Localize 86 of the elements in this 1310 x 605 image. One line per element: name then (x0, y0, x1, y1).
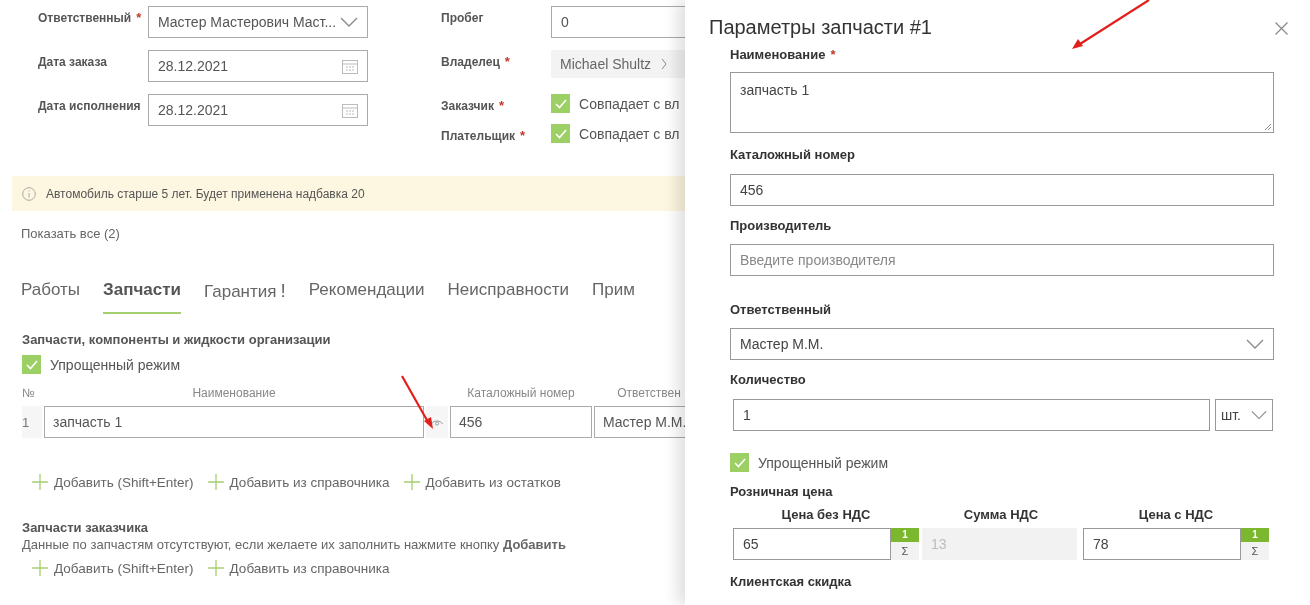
field-label: Количество (730, 372, 807, 387)
eye-icon[interactable] (431, 418, 443, 426)
field-label: Ответственный * (38, 9, 141, 27)
check-icon (554, 98, 567, 109)
count-badge: 1 (1241, 528, 1269, 542)
checkbox[interactable] (551, 94, 571, 113)
field-label: Дата заказа (38, 54, 108, 71)
tab[interactable]: Прим (592, 280, 635, 314)
check-icon (733, 457, 746, 468)
tab[interactable]: Запчасти (103, 280, 181, 314)
date-field[interactable]: 28.12.2021 (148, 94, 368, 126)
date-field[interactable]: 28.12.2021 (148, 50, 368, 82)
info-icon (22, 186, 36, 201)
column-header: Наименование (191, 385, 277, 402)
name-textarea[interactable]: запчасть 1 (730, 72, 1274, 133)
check-icon (554, 128, 567, 139)
resize-handle-icon (1264, 123, 1271, 130)
check-icon (25, 359, 38, 370)
add-link[interactable]: Добавить из справочника (207, 560, 390, 576)
checkbox[interactable] (730, 453, 749, 472)
add-link[interactable]: Добавить (Shift+Enter) (32, 560, 194, 576)
price-input[interactable]: 78 (1083, 528, 1241, 560)
name-input[interactable]: запчасть 1 (44, 406, 424, 438)
row-number: 1 (22, 406, 42, 438)
plus-icon (207, 560, 224, 576)
field-label: Клиентская скидка (730, 574, 853, 589)
field-label: Каталожный номер (730, 147, 856, 162)
sum-button[interactable]: Σ (891, 542, 919, 560)
add-link[interactable]: Добавить из справочника (207, 474, 390, 490)
checkbox-label: Совпадает с вл (579, 95, 680, 112)
responsible-select[interactable]: Мастер М.М. (730, 328, 1274, 360)
empty-message: Данные по запчастям отсутствуют, если желаете их заполнить нажмите кнопку Добавить (22, 537, 567, 552)
column-header: № (22, 385, 36, 402)
quantity-input[interactable]: 1 (733, 399, 1210, 431)
chevron-right-icon (661, 58, 668, 70)
input-field[interactable]: 0 (551, 6, 685, 38)
field-label: Ответственный (730, 302, 832, 317)
panel-title: Параметры запчасти #1 (709, 16, 932, 39)
chevron-down-icon (1251, 410, 1267, 420)
tab[interactable]: Рекомендации (308, 280, 425, 314)
plus-icon (32, 560, 48, 576)
calendar-icon (342, 58, 358, 74)
column-header: Ответствен (616, 385, 682, 402)
plus-icon (403, 474, 420, 490)
section-title: Запчасти заказчика (22, 520, 149, 535)
field-label: Производитель (730, 218, 833, 233)
field-label: Розничная цена (730, 484, 834, 499)
select-field[interactable]: Мастер Мастерович Маст... (148, 6, 368, 38)
sum-button[interactable]: Σ (1241, 542, 1269, 560)
tab[interactable]: Работы (21, 280, 81, 314)
notice-text: Автомобиль старше 5 лет. Будет применена надбавка 20 (46, 186, 365, 201)
column-header: Цена с НДС (1137, 506, 1215, 524)
checkbox[interactable] (22, 355, 41, 374)
manufacturer-input[interactable]: Введите производителя (730, 244, 1274, 276)
price-input[interactable]: 65 (733, 528, 891, 560)
unit-select[interactable]: шт. (1215, 399, 1273, 431)
field-label: Заказчик * (441, 97, 505, 115)
calendar-icon (342, 102, 358, 118)
plus-icon (207, 474, 224, 490)
column-header: Каталожный номер (466, 385, 576, 402)
annotation-arrow (400, 374, 434, 430)
count-badge: 1 (891, 528, 919, 542)
catalog-number-input[interactable]: 456 (730, 174, 1274, 206)
field-label: Наименование * (730, 47, 837, 62)
field-label: Плательщик * (441, 127, 527, 145)
checkbox[interactable] (551, 124, 571, 143)
plus-icon (32, 474, 48, 490)
chevron-down-icon (340, 17, 358, 27)
field-label: Пробег (441, 10, 485, 27)
field-label: Владелец * (441, 53, 511, 71)
show-all-link[interactable]: Показать все (2) (21, 226, 120, 241)
tab[interactable]: Неисправности (447, 280, 570, 314)
tab[interactable]: Гарантия ! (204, 280, 286, 314)
field-label: Дата исполнения (38, 98, 141, 115)
owner-chip[interactable]: Michael Shultz (551, 50, 685, 78)
checkbox-label: Упрощенный режим (758, 454, 889, 471)
chevron-down-icon (1246, 339, 1264, 349)
column-header: Сумма НДС (962, 506, 1040, 524)
checkbox-label: Совпадает с вл (579, 125, 680, 142)
add-link[interactable]: Добавить из остатков (403, 474, 561, 490)
checkbox-label: Упрощенный режим (50, 356, 181, 373)
column-header: Цена без НДС (780, 506, 872, 524)
section-title: Запчасти, компоненты и жидкости организации (22, 332, 332, 347)
close-icon[interactable] (1275, 22, 1288, 35)
add-link[interactable]: Добавить (Shift+Enter) (32, 474, 194, 490)
catalog-number-input[interactable]: 456 (450, 406, 592, 438)
